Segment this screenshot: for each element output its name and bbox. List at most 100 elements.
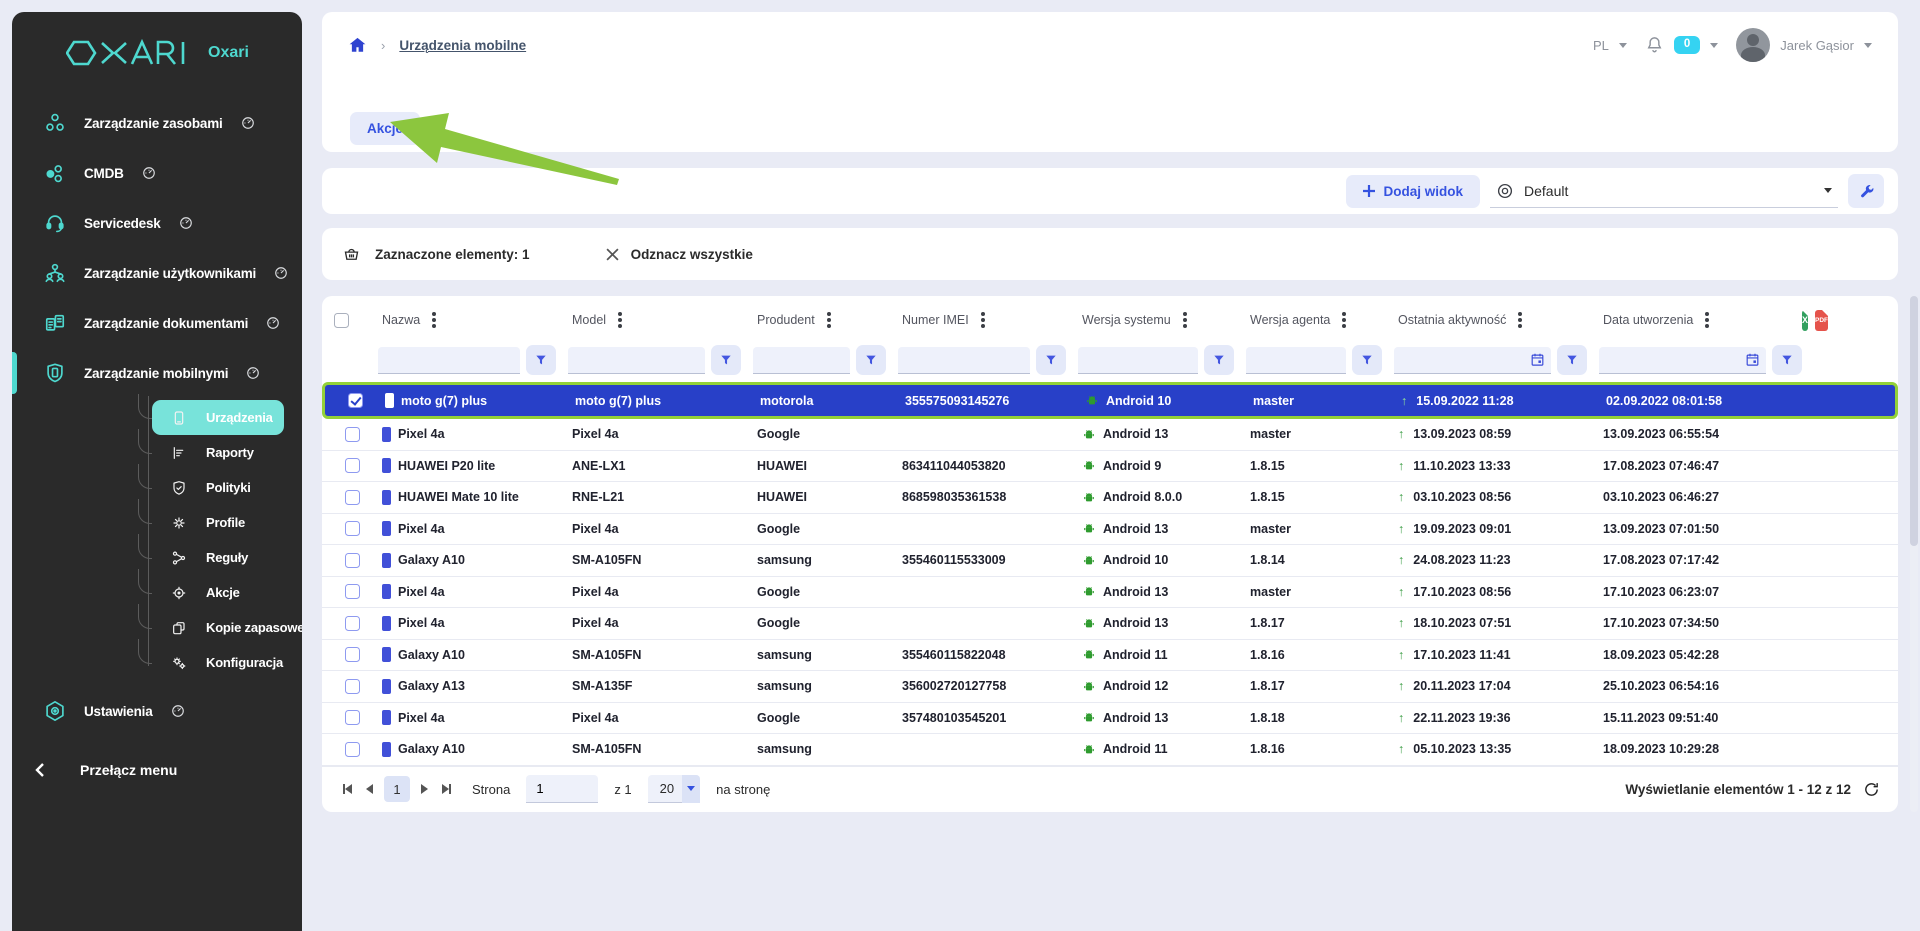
filter-input-numer-imei[interactable] [898,347,1030,374]
filter-funnel-button[interactable] [1772,345,1802,375]
sidebar-subitem-kopie-zapasowe[interactable]: Kopie zapasowe [152,610,284,645]
column-menu-icon[interactable] [827,318,831,322]
filter-funnel-button[interactable] [1352,345,1382,375]
filter-input-wersja-agenta[interactable] [1246,347,1346,374]
sidebar-subitem-raporty[interactable]: Raporty [152,435,284,470]
sidebar-item-ustawienia[interactable]: Ustawienia [12,686,302,736]
filter-funnel-button[interactable] [1204,345,1234,375]
column-menu-icon[interactable] [981,318,985,322]
sidebar-subitem-konfiguracja[interactable]: Konfiguracja [152,645,284,680]
row-checkbox[interactable] [345,521,360,536]
row-checkbox[interactable] [345,647,360,662]
column-menu-icon[interactable] [618,318,622,322]
column-menu-icon[interactable] [1518,318,1522,322]
row-checkbox[interactable] [345,553,360,568]
filter-input-data-utworzenia[interactable] [1605,352,1745,368]
sidebar-subitem-reguly[interactable]: Reguły [152,540,284,575]
filter-input-nazwa[interactable] [378,347,520,374]
calendar-icon[interactable] [1530,352,1545,367]
sidebar-item-cmdb[interactable]: CMDB [12,148,302,198]
row-checkbox[interactable] [345,490,360,505]
up-arrow-icon: ↑ [1398,742,1404,756]
last-page-button[interactable] [439,784,454,794]
table-scrollbar[interactable] [1910,296,1918,812]
eye-icon [1496,182,1514,200]
filter-funnel-button[interactable] [526,345,556,375]
table-row-galaxy-a13-9[interactable]: Galaxy A13 SM-A135F samsung 356002720127… [322,671,1898,703]
prev-page-button[interactable] [363,784,376,794]
select-all-checkbox[interactable] [334,313,349,328]
filter-funnel-button[interactable] [856,345,886,375]
next-page-button[interactable] [418,784,431,794]
cell-name: moto g(7) plus [373,393,563,408]
row-checkbox[interactable] [345,616,360,631]
add-view-button[interactable]: Dodaj widok [1346,175,1480,208]
sidebar-subitem-profile[interactable]: Profile [152,505,284,540]
row-checkbox[interactable] [345,679,360,694]
page-size-select[interactable]: 20 [648,775,700,803]
notifications-badge[interactable]: 0 [1674,36,1700,54]
calendar-icon[interactable] [1745,352,1760,367]
row-checkbox[interactable] [345,584,360,599]
filter-input-produdent[interactable] [753,347,850,374]
filter-input-ostatnia-aktywnosc[interactable] [1400,352,1530,368]
chevron-left-icon [34,763,46,777]
column-menu-icon[interactable] [1342,318,1346,322]
user-avatar[interactable] [1736,28,1770,62]
row-checkbox[interactable] [345,458,360,473]
sidebar-subitem-akcje[interactable]: Akcje [152,575,284,610]
first-page-button[interactable] [340,784,355,794]
cell-os: Android 13 [1070,711,1238,725]
table-row-pixel-4a-6[interactable]: Pixel 4a Pixel 4a Google Android 13 mast… [322,577,1898,609]
filter-funnel-button[interactable] [711,345,741,375]
refresh-button[interactable] [1863,781,1880,798]
table-row-pixel-4a-1[interactable]: Pixel 4a Pixel 4a Google Android 13 mast… [322,419,1898,451]
language-selector[interactable]: PL [1593,38,1609,53]
current-page-button[interactable]: 1 [384,776,410,802]
filter-funnel-button[interactable] [1036,345,1066,375]
row-checkbox[interactable] [345,742,360,757]
filter-input-model[interactable] [568,347,705,374]
table-row-galaxy-a10-8[interactable]: Galaxy A10 SM-A105FN samsung 35546011582… [322,640,1898,672]
scrollbar-thumb[interactable] [1910,296,1918,546]
row-checkbox[interactable] [348,393,363,408]
sidebar-item-servicedesk[interactable]: Servicedesk [12,198,302,248]
sidebar-item-zarzadzanie-zasobami[interactable]: Zarządzanie zasobami [12,98,302,148]
sidebar-item-zarzadzanie-mobilnymi[interactable]: Zarządzanie mobilnymi [12,348,302,398]
breadcrumb-link[interactable]: Urządzenia mobilne [399,38,526,53]
table-row-pixel-4a-4[interactable]: Pixel 4a Pixel 4a Google Android 13 mast… [322,514,1898,546]
column-menu-icon[interactable] [1705,318,1709,322]
table-row-pixel-4a-7[interactable]: Pixel 4a Pixel 4a Google Android 13 1.8.… [322,608,1898,640]
sidebar-item-zarzadzanie-uzytkownikami[interactable]: Zarządzanie użytkownikami [12,248,302,298]
collapse-menu-button[interactable]: Przełącz menu [12,736,302,778]
sidebar-item-zarzadzanie-dokumentami[interactable]: Zarządzanie dokumentami [12,298,302,348]
language-caret-icon[interactable] [1619,43,1627,48]
sidebar-subitem-polityki[interactable]: Polityki [152,470,284,505]
table-row-pixel-4a-10[interactable]: Pixel 4a Pixel 4a Google 357480103545201… [322,703,1898,735]
page-input[interactable] [526,775,598,803]
view-selector[interactable]: Default [1490,174,1838,208]
column-menu-icon[interactable] [1183,318,1187,322]
notifications-bell-icon[interactable] [1645,35,1664,55]
user-menu-caret-icon[interactable] [1864,43,1872,48]
filter-funnel-button[interactable] [1557,345,1587,375]
column-menu-icon[interactable] [432,318,436,322]
row-checkbox[interactable] [345,710,360,725]
row-checkbox[interactable] [345,427,360,442]
table-row-galaxy-a10-11[interactable]: Galaxy A10 SM-A105FN samsung Android 11 … [322,734,1898,766]
actions-button[interactable]: Akcje [350,112,420,145]
table-row-huawei-mate-10-lite-3[interactable]: HUAWEI Mate 10 lite RNE-L21 HUAWEI 86859… [322,482,1898,514]
notifications-caret-icon[interactable] [1710,43,1718,48]
export-excel-button[interactable]: X [1802,310,1808,331]
export-pdf-button[interactable]: PDF [1815,310,1828,331]
cell-model: SM-A135F [560,679,745,693]
home-icon[interactable] [348,36,367,54]
table-row-huawei-p20-lite-2[interactable]: HUAWEI P20 lite ANE-LX1 HUAWEI 863411044… [322,451,1898,483]
filter-input-wersja-systemu[interactable] [1078,347,1198,374]
table-row-moto-g-7-plus-0[interactable]: moto g(7) plus moto g(7) plus motorola 3… [322,382,1898,419]
table-row-galaxy-a10-5[interactable]: Galaxy A10 SM-A105FN samsung 35546011553… [322,545,1898,577]
deselect-all-button[interactable]: Odznacz wszystkie [606,247,753,262]
android-icon [1082,680,1096,693]
view-settings-button[interactable] [1848,174,1884,208]
sidebar-subitem-urzadzenia[interactable]: Urządzenia [152,400,284,435]
